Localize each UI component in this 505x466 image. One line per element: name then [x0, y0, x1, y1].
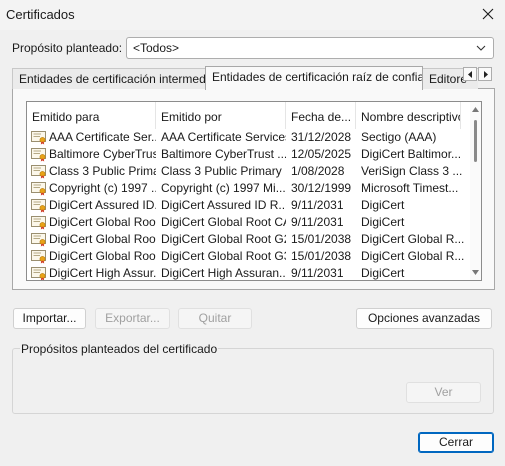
cell-text: AAA Certificate Ser...	[49, 130, 156, 144]
arrow-right-icon	[483, 70, 488, 78]
cell-issued-to: Class 3 Public Prima...	[27, 163, 156, 180]
cell-expiration: 31/12/2028	[291, 130, 352, 144]
certificate-icon	[31, 147, 46, 161]
window-title: Certificados	[6, 7, 75, 22]
table-row[interactable]: Baltimore CyberTrus... Baltimore CyberTru…	[27, 146, 470, 163]
close-window-button[interactable]	[470, 0, 505, 28]
cell-text: DigiCert Assured ID...	[49, 198, 156, 212]
certificate-icon	[31, 249, 46, 263]
certificate-icon	[31, 215, 46, 229]
purpose-label: Propósito planteado:	[12, 41, 123, 55]
cell-issued-to: DigiCert Global Roo...	[27, 231, 156, 248]
cell-issued-by: AAA Certificate Services	[161, 130, 286, 144]
view-button[interactable]: Ver	[406, 382, 481, 403]
certificate-purposes-group	[12, 348, 494, 414]
advanced-options-button[interactable]: Opciones avanzadas	[356, 308, 492, 329]
tab-scroll-left-button[interactable]	[463, 67, 477, 81]
cell-text: DigiCert High Assur...	[49, 266, 156, 280]
cell-friendly-name: DigiCert Global R...	[361, 249, 465, 263]
cell-text: Baltimore CyberTrus...	[49, 147, 156, 161]
title-bar: Certificados	[0, 0, 505, 30]
certificate-icon	[31, 198, 46, 212]
chevron-down-icon	[476, 45, 486, 51]
purpose-selected-value: <Todos>	[133, 41, 180, 55]
cell-text: DigiCert Global Roo...	[49, 215, 156, 229]
close-button[interactable]: Cerrar	[418, 432, 494, 453]
cell-issued-to: Baltimore CyberTrus...	[27, 146, 156, 163]
scrollbar-thumb[interactable]	[474, 120, 477, 162]
cell-friendly-name: Microsoft Timest...	[361, 181, 459, 195]
cell-friendly-name: DigiCert	[361, 198, 405, 212]
table-row[interactable]: DigiCert Global Roo... DigiCert Global Ro…	[27, 248, 470, 265]
cell-issued-by: DigiCert High Assuran...	[161, 266, 286, 280]
cell-issued-to: AAA Certificate Ser...	[27, 129, 156, 146]
cell-issued-by: Baltimore CyberTrust ...	[161, 147, 286, 161]
cell-friendly-name: DigiCert	[361, 266, 405, 280]
scroll-down-icon	[472, 270, 479, 275]
cell-issued-to: DigiCert Global Roo...	[27, 248, 156, 265]
cell-issued-to: DigiCert Global Roo...	[27, 214, 156, 231]
certificate-icon	[31, 164, 46, 178]
certificate-icon	[31, 130, 46, 144]
arrow-left-icon	[467, 70, 472, 78]
column-issued-to[interactable]: Emitido para	[27, 102, 156, 129]
cell-expiration: 12/05/2025	[291, 147, 352, 161]
cell-issued-by: Copyright (c) 1997 Mi...	[161, 181, 286, 195]
tab-label: Editore	[429, 72, 468, 86]
cell-expiration: 15/01/2038	[291, 232, 352, 246]
remove-button[interactable]: Quitar	[178, 308, 252, 329]
purpose-dropdown[interactable]: <Todos>	[126, 37, 494, 59]
cell-expiration: 30/12/1999	[291, 181, 352, 195]
column-issued-by[interactable]: Emitido por	[156, 102, 286, 129]
cell-expiration: 15/01/2038	[291, 249, 352, 263]
column-friendly-name[interactable]: Nombre descriptivo	[356, 102, 461, 129]
vertical-scrollbar[interactable]	[470, 102, 481, 280]
table-row[interactable]: DigiCert Global Roo... DigiCert Global Ro…	[27, 231, 470, 248]
cell-friendly-name: DigiCert Global R...	[361, 232, 465, 246]
cell-expiration: 9/11/2031	[291, 266, 344, 280]
table-row[interactable]: AAA Certificate Ser... AAA Certificate Se…	[27, 129, 470, 146]
cell-issued-by: DigiCert Assured ID R...	[161, 198, 286, 212]
certificate-icon	[31, 181, 46, 195]
list-header: Emitido para Emitido por Fecha de... Nom…	[27, 102, 481, 129]
cell-friendly-name: DigiCert	[361, 215, 405, 229]
table-row[interactable]: Copyright (c) 1997 ... Copyright (c) 1997…	[27, 180, 470, 197]
tab-label: Entidades de certificación intermedias	[19, 72, 206, 86]
tab-scroll-right-button[interactable]	[478, 67, 492, 81]
cell-issued-by: DigiCert Global Root G3	[161, 249, 286, 263]
cell-friendly-name: DigiCert Baltimor...	[361, 147, 462, 161]
cell-text: Copyright (c) 1997 ...	[49, 181, 156, 195]
cell-expiration: 1/08/2028	[291, 164, 345, 178]
cell-friendly-name: VeriSign Class 3 ...	[361, 164, 463, 178]
cell-expiration: 9/11/2031	[291, 198, 344, 212]
import-button[interactable]: Importar...	[13, 308, 86, 329]
certificate-icon	[31, 266, 46, 280]
cell-text: Class 3 Public Prima...	[49, 164, 156, 178]
tab-label: Entidades de certificación raíz de confi…	[212, 70, 423, 84]
cell-friendly-name: Sectigo (AAA)	[361, 130, 437, 144]
table-row[interactable]: Class 3 Public Prima... Class 3 Public Pr…	[27, 163, 470, 180]
cell-issued-to: DigiCert Assured ID...	[27, 197, 156, 214]
cell-issued-by: Class 3 Public Primary ...	[161, 164, 286, 178]
list-rows: AAA Certificate Ser... AAA Certificate Se…	[27, 129, 470, 280]
tab-intermediate-cas[interactable]: Entidades de certificación intermedias	[12, 68, 206, 89]
cell-text: DigiCert Global Roo...	[49, 249, 156, 263]
scroll-up-icon	[472, 107, 479, 112]
close-icon	[482, 8, 493, 20]
export-button[interactable]: Exportar...	[95, 308, 170, 329]
table-row[interactable]: DigiCert Assured ID... DigiCert Assured I…	[27, 197, 470, 214]
certificate-purposes-label: Propósitos planteados del certificado	[20, 342, 219, 356]
cell-issued-to: Copyright (c) 1997 ...	[27, 180, 156, 197]
cell-expiration: 9/11/2031	[291, 215, 344, 229]
cell-text: DigiCert Global Roo...	[49, 232, 156, 246]
cell-issued-by: DigiCert Global Root CA	[161, 215, 286, 229]
tab-trusted-root-cas[interactable]: Entidades de certificación raíz de confi…	[205, 66, 423, 90]
cell-issued-by: DigiCert Global Root G2	[161, 232, 286, 246]
column-expiration[interactable]: Fecha de...	[286, 102, 356, 129]
cell-issued-to: DigiCert High Assur...	[27, 265, 156, 280]
table-row[interactable]: DigiCert High Assur... DigiCert High Assu…	[27, 265, 470, 280]
certificates-list[interactable]: Emitido para Emitido por Fecha de... Nom…	[26, 101, 482, 281]
table-row[interactable]: DigiCert Global Roo... DigiCert Global Ro…	[27, 214, 470, 231]
certificate-icon	[31, 232, 46, 246]
